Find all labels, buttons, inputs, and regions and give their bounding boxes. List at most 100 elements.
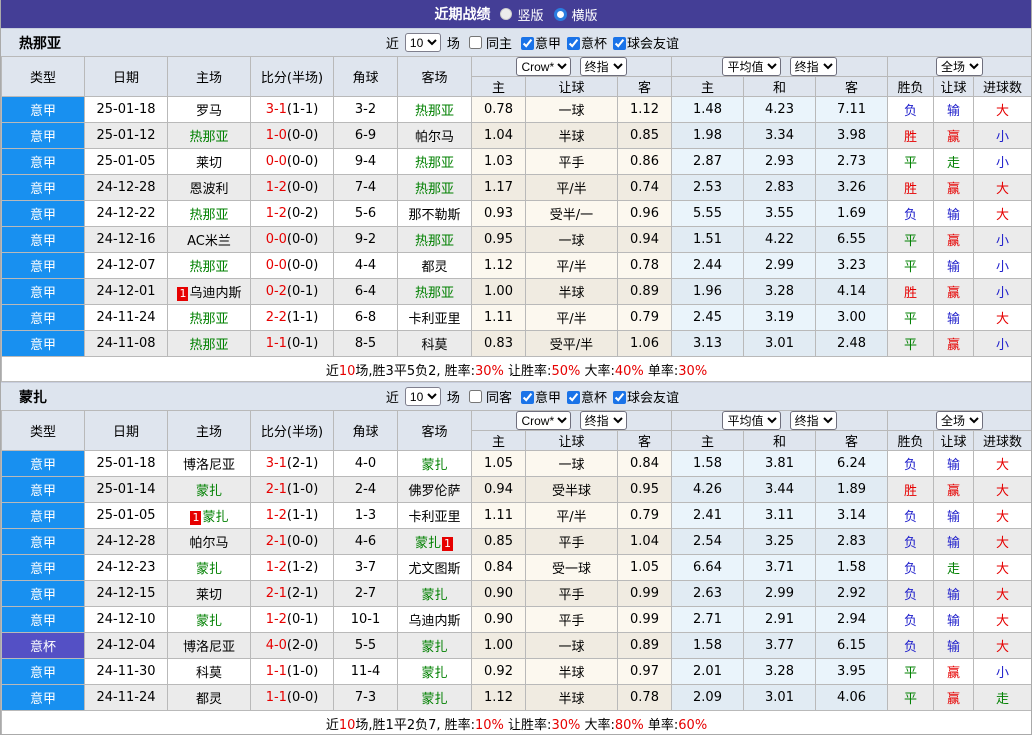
result-handicap-cell: 赢 bbox=[933, 174, 975, 201]
avg-away-cell: 2.73 bbox=[815, 148, 889, 175]
col-avg-draw: 和 bbox=[743, 430, 817, 451]
home-team-cell: 热那亚 bbox=[167, 330, 251, 357]
vertical-radio-label[interactable]: 竖版 bbox=[517, 5, 543, 24]
bookmaker-select[interactable]: Crow* bbox=[516, 411, 572, 430]
avg-draw-cell: 2.99 bbox=[743, 580, 817, 607]
section-controls: 热那亚 近 10 场 同主 意甲 意杯 球会友谊 bbox=[1, 28, 1031, 56]
final-index-select-2[interactable]: 终指 bbox=[789, 57, 837, 76]
result-handicap-cell: 输 bbox=[933, 580, 975, 607]
result-handicap-cell: 赢 bbox=[933, 658, 975, 685]
away-team-cell: 尤文图斯 bbox=[397, 554, 472, 581]
avg-away-cell: 4.14 bbox=[815, 278, 889, 305]
bookmaker-select[interactable]: Crow* bbox=[516, 57, 572, 76]
same-venue-checkbox[interactable] bbox=[468, 36, 482, 49]
score-cell: 0-2(0-1) bbox=[250, 278, 334, 305]
match-count-select[interactable]: 10 bbox=[404, 33, 441, 52]
final-index-select-1[interactable]: 终指 bbox=[579, 57, 627, 76]
team-label: 蒙扎 bbox=[414, 536, 441, 551]
date-cell: 25-01-05 bbox=[84, 148, 168, 175]
corner-cell: 6-4 bbox=[333, 278, 398, 305]
avg-home-cell: 1.96 bbox=[671, 278, 745, 305]
match-count-select[interactable]: 10 bbox=[404, 387, 441, 406]
average-select[interactable]: 平均值 bbox=[722, 57, 782, 76]
fullmatch-select[interactable]: 全场 bbox=[936, 411, 984, 430]
league-filter-checkbox[interactable] bbox=[612, 37, 626, 50]
handicap-cell: 半球 bbox=[525, 278, 618, 305]
match-row: 意甲 24-12-16 AC米兰 0-0(0-0) 9-2 热那亚 0.95 一球 0.94 1.… bbox=[1, 226, 1031, 253]
horizontal-radio[interactable]: 横版 bbox=[553, 5, 598, 24]
corner-cell: 4-0 bbox=[333, 450, 398, 477]
final-index-select-2[interactable]: 终指 bbox=[789, 411, 837, 430]
vertical-radio-icon[interactable] bbox=[500, 8, 513, 20]
league-filter-label: 意甲 bbox=[534, 37, 561, 52]
handicap-cell: 一球 bbox=[525, 632, 618, 659]
result-goals-cell: 大 bbox=[973, 304, 1031, 331]
league-filter-checkbox[interactable] bbox=[520, 37, 534, 50]
odds-away-cell: 0.96 bbox=[616, 200, 673, 227]
corner-cell: 9-2 bbox=[333, 226, 398, 253]
handicap-cell: 平/半 bbox=[525, 304, 618, 331]
col-type: 类型 bbox=[1, 410, 85, 451]
team-label: 科莫 bbox=[195, 666, 222, 681]
handicap-cell: 平手 bbox=[525, 148, 618, 175]
odds-away-cell: 1.05 bbox=[616, 554, 673, 581]
league-filter-checkbox[interactable] bbox=[520, 391, 534, 404]
fulltime-score: 0-2 bbox=[265, 284, 287, 299]
summary-segment: 10 bbox=[338, 717, 356, 733]
league-filters: 意甲 意杯 球会友谊 bbox=[515, 387, 679, 406]
same-venue-checkbox[interactable] bbox=[468, 390, 482, 403]
date-cell: 25-01-18 bbox=[84, 450, 168, 477]
team-label: 莱切 bbox=[195, 588, 222, 603]
fullmatch-select[interactable]: 全场 bbox=[936, 57, 984, 76]
avg-away-cell: 3.26 bbox=[815, 174, 889, 201]
col-corner: 角球 bbox=[333, 56, 398, 97]
avg-draw-cell: 3.71 bbox=[743, 554, 817, 581]
corner-cell: 6-8 bbox=[333, 304, 398, 331]
fulltime-score: 4-0 bbox=[265, 638, 287, 653]
league-cell: 意甲 bbox=[1, 580, 85, 607]
away-team-cell: 帕尔马 bbox=[397, 122, 472, 149]
away-team-cell: 热那亚 bbox=[397, 278, 472, 305]
horizontal-radio-label[interactable]: 横版 bbox=[572, 5, 598, 24]
col-result-handicap: 让球 bbox=[933, 430, 975, 451]
fulltime-score: 1-2 bbox=[265, 612, 287, 627]
match-row: 意甲 24-12-10 蒙扎 1-2(0-1) 10-1 乌迪内斯 0.90 平手 0.99 2.… bbox=[1, 606, 1031, 633]
col-result-wdl: 胜负 bbox=[887, 76, 935, 97]
team-label: 卡利亚里 bbox=[408, 510, 461, 525]
odds-away-cell: 0.97 bbox=[616, 658, 673, 685]
date-cell: 24-12-04 bbox=[84, 632, 168, 659]
result-wdl-cell: 负 bbox=[887, 554, 935, 581]
home-team-cell: 热那亚 bbox=[167, 304, 251, 331]
league-cell: 意甲 bbox=[1, 528, 85, 555]
odds-away-cell: 0.86 bbox=[616, 148, 673, 175]
league-filter-checkbox[interactable] bbox=[612, 391, 626, 404]
final-index-select-1[interactable]: 终指 bbox=[579, 411, 627, 430]
home-team-cell: 莱切 bbox=[167, 580, 251, 607]
fulltime-score: 2-1 bbox=[265, 482, 287, 497]
odds-home-cell: 1.05 bbox=[471, 450, 526, 477]
team-label: 热那亚 bbox=[414, 234, 454, 249]
vertical-radio[interactable]: 竖版 bbox=[500, 5, 544, 24]
horizontal-radio-icon[interactable] bbox=[553, 7, 567, 21]
home-team-cell: 博洛尼亚 bbox=[167, 632, 251, 659]
average-select[interactable]: 平均值 bbox=[722, 411, 782, 430]
summary-segment: 10 bbox=[338, 363, 356, 379]
col-result-handicap: 让球 bbox=[933, 76, 975, 97]
home-team-cell: 博洛尼亚 bbox=[167, 450, 251, 477]
result-goals-cell: 小 bbox=[973, 226, 1031, 253]
avg-draw-cell: 2.83 bbox=[743, 174, 817, 201]
odds-home-cell: 1.00 bbox=[471, 278, 526, 305]
away-team-cell: 蒙扎 bbox=[397, 658, 472, 685]
league-filter-checkbox[interactable] bbox=[566, 391, 580, 404]
result-goals-cell: 大 bbox=[973, 450, 1031, 477]
odds-home-cell: 0.78 bbox=[471, 96, 526, 123]
date-cell: 25-01-14 bbox=[84, 476, 168, 503]
date-cell: 24-12-10 bbox=[84, 606, 168, 633]
halftime-score: (1-1) bbox=[286, 102, 319, 117]
avg-away-cell: 2.48 bbox=[815, 330, 889, 357]
avg-draw-cell: 2.99 bbox=[743, 252, 817, 279]
col-odds-away: 客 bbox=[616, 430, 673, 451]
league-filter-checkbox[interactable] bbox=[566, 37, 580, 50]
score-cell: 0-0(0-0) bbox=[250, 252, 334, 279]
date-cell: 24-12-28 bbox=[84, 174, 168, 201]
